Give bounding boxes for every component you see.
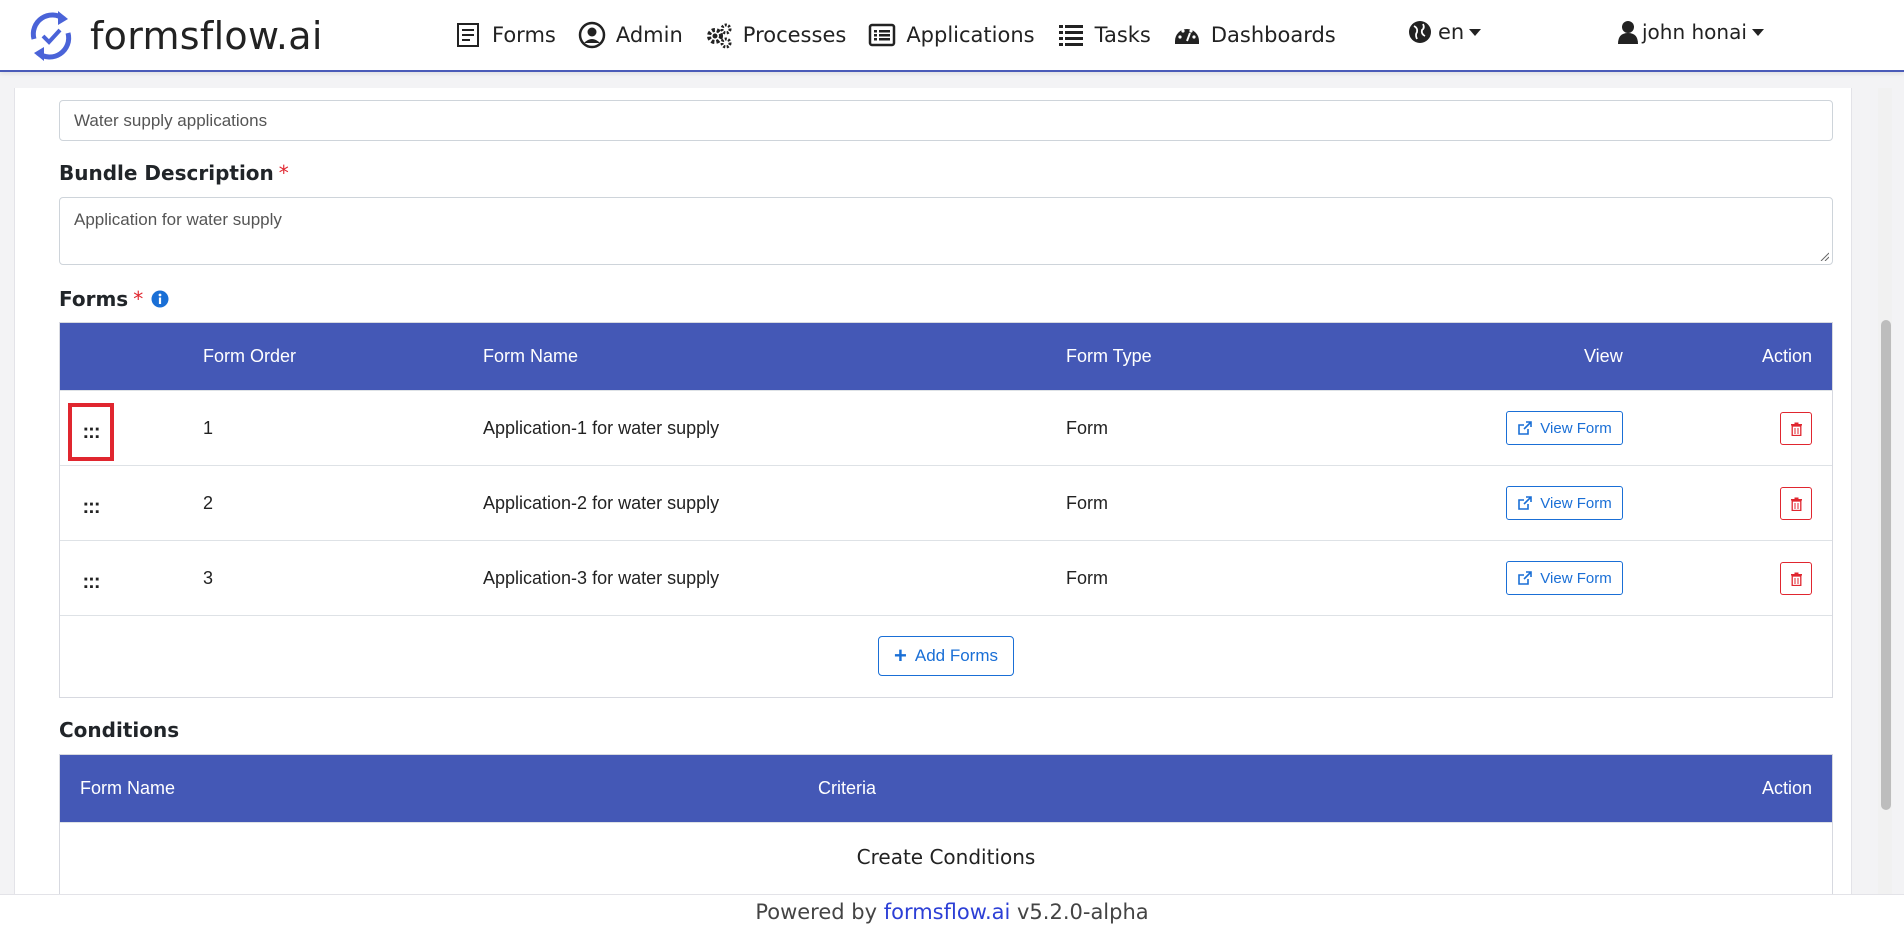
trash-icon [1790, 572, 1802, 586]
external-link-icon [1518, 570, 1533, 585]
delete-form-button[interactable] [1780, 487, 1812, 520]
external-link-icon [1518, 420, 1533, 435]
bundle-description-label: Bundle Description * [59, 161, 289, 185]
drag-handle[interactable]: ::: [68, 478, 114, 536]
globe-icon [1409, 21, 1431, 43]
create-conditions-row[interactable]: Create Conditions [60, 822, 1832, 890]
drag-handle[interactable]: ::: [68, 403, 114, 461]
nav-dashboards-label: Dashboards [1210, 23, 1336, 47]
user-dropdown[interactable]: john honai [1618, 20, 1764, 44]
form-type: Form [1066, 568, 1108, 588]
chevron-down-icon [1751, 28, 1764, 36]
form-type: Form [1066, 418, 1108, 438]
user-circle-icon [578, 21, 606, 49]
footer: Powered by formsflow.ai v5.2.0-alpha [0, 894, 1904, 930]
language-label: en [1438, 20, 1465, 44]
user-icon [1618, 21, 1638, 44]
form-name: Application-3 for water supply [483, 568, 720, 588]
nav-tasks[interactable]: Tasks [1057, 21, 1151, 49]
view-form-label: View Form [1540, 569, 1612, 587]
form-name: Application-1 for water supply [483, 418, 720, 438]
bundle-description-textarea[interactable]: Application for water supply [59, 197, 1833, 265]
chevron-down-icon [1469, 28, 1482, 36]
nav-admin-label: Admin [615, 23, 683, 47]
table-row: ::: 2 Application-2 for water supply For… [60, 465, 1832, 540]
external-link-icon [1518, 495, 1533, 510]
list-alt-icon [869, 23, 896, 47]
plus-icon: + [894, 643, 907, 668]
nav-applications[interactable]: Applications [868, 21, 1035, 49]
conditions-table-header: Form Name Criteria Action [60, 755, 1832, 822]
form-order: 3 [203, 568, 214, 588]
form-icon [457, 23, 479, 47]
footer-link[interactable]: formsflow.ai [884, 900, 1011, 924]
nav-admin[interactable]: Admin [578, 21, 683, 49]
create-conditions-label[interactable]: Create Conditions [60, 845, 1832, 869]
language-dropdown[interactable]: en [1408, 20, 1482, 44]
view-form-button[interactable]: View Form [1506, 561, 1623, 595]
view-form-button[interactable]: View Form [1506, 486, 1623, 520]
header-condition-action: Action [1762, 778, 1813, 798]
trash-icon [1790, 497, 1802, 511]
header-view: View [1584, 346, 1623, 366]
form-order: 2 [203, 493, 214, 513]
trash-icon [1790, 422, 1802, 436]
user-name: john honai [1642, 20, 1747, 44]
resize-grip-icon[interactable] [1819, 251, 1829, 261]
view-form-label: View Form [1540, 494, 1612, 512]
view-form-button[interactable]: View Form [1506, 411, 1623, 445]
form-type: Form [1066, 493, 1108, 513]
forms-section-label: Forms * [59, 287, 169, 311]
forms-label-text: Forms [59, 287, 129, 311]
nav-dashboards[interactable]: Dashboards [1173, 21, 1336, 49]
add-forms-button[interactable]: + Add Forms [878, 636, 1014, 676]
nav-forms-label: Forms [492, 23, 556, 47]
form-order: 1 [203, 418, 214, 438]
view-form-label: View Form [1540, 419, 1612, 437]
bundle-name-value: Water supply applications [74, 110, 268, 130]
brand-name: formsflow.ai [90, 14, 323, 58]
bundle-description-label-text: Bundle Description [59, 161, 274, 185]
delete-form-button[interactable] [1780, 562, 1812, 595]
footer-version: v5.2.0-alpha [1010, 900, 1149, 924]
required-mark: * [278, 161, 289, 185]
form-name: Application-2 for water supply [483, 493, 720, 513]
bundle-name-input[interactable]: Water supply applications [59, 100, 1833, 141]
nav-applications-label: Applications [906, 23, 1035, 47]
nav-processes-label: Processes [742, 23, 847, 47]
drag-handle[interactable]: ::: [68, 553, 114, 611]
nav-forms[interactable]: Forms [454, 21, 556, 49]
brand[interactable]: formsflow.ai [28, 8, 323, 64]
delete-form-button[interactable] [1780, 412, 1812, 445]
info-icon[interactable] [151, 290, 169, 308]
table-row: ::: 3 Application-3 for water supply For… [60, 540, 1832, 615]
header-condition-form-name: Form Name [80, 778, 176, 798]
top-navbar: formsflow.ai Forms Admin Processes Appli… [0, 0, 1904, 72]
main-nav: Forms Admin Processes Applications Tasks… [454, 0, 1358, 70]
nav-processes[interactable]: Processes [705, 21, 847, 49]
required-mark: * [133, 287, 144, 311]
nav-tasks-label: Tasks [1094, 23, 1151, 47]
formsflow-logo-icon [30, 11, 72, 61]
dashboard-icon [1174, 29, 1199, 44]
list-icon [1058, 25, 1083, 46]
forms-table-header: Form Order Form Name Form Type View Acti… [60, 323, 1832, 390]
add-forms-label: Add Forms [914, 646, 998, 665]
header-form-name: Form Name [483, 346, 579, 366]
conditions-section-label: Conditions [59, 718, 180, 742]
header-action: Action [1762, 346, 1813, 366]
header-criteria: Criteria [818, 778, 877, 798]
add-forms-row: + Add Forms [60, 615, 1832, 697]
header-form-type: Form Type [1066, 346, 1152, 366]
footer-prefix: Powered by [755, 900, 884, 924]
conditions-table: Form Name Criteria Action Create Conditi… [59, 754, 1833, 894]
bundle-description-value: Application for water supply [74, 210, 282, 229]
table-row: ::: 1 Application-1 for water supply For… [60, 390, 1832, 465]
scrollbar-thumb[interactable] [1881, 320, 1891, 810]
forms-table: Form Order Form Name Form Type View Acti… [59, 322, 1833, 698]
gears-icon [706, 23, 732, 49]
header-form-order: Form Order [203, 346, 297, 366]
